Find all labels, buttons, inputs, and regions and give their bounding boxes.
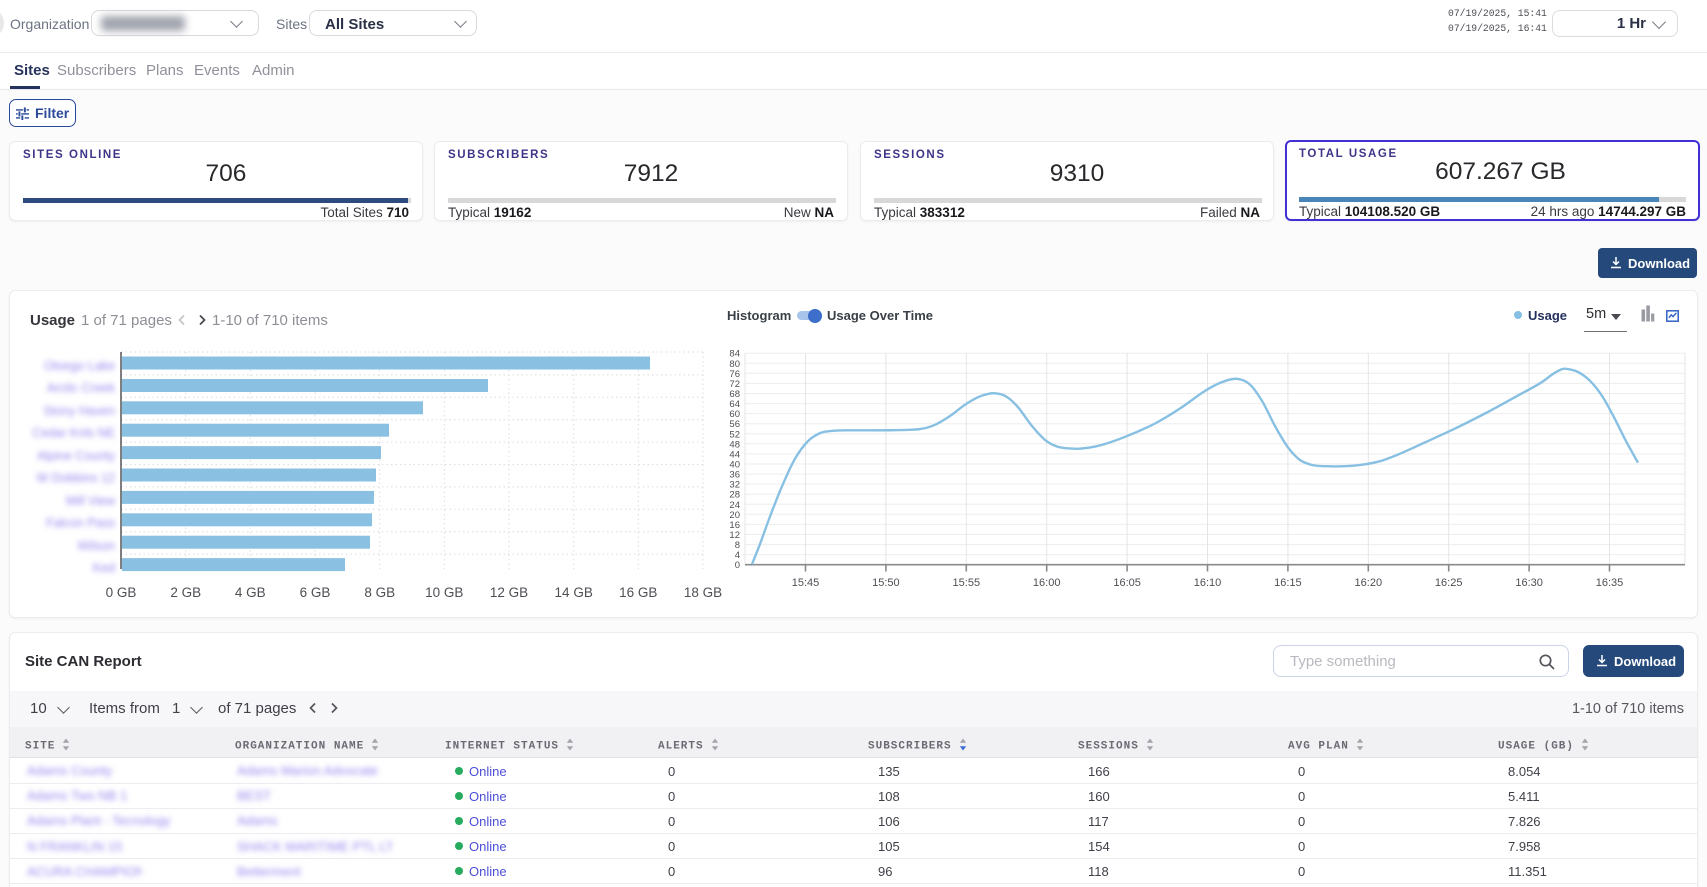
svg-text:16:10: 16:10 (1194, 577, 1222, 589)
svg-text:16:00: 16:00 (1033, 577, 1061, 589)
svg-text:14 GB: 14 GB (555, 585, 593, 600)
svg-text:0 GB: 0 GB (106, 585, 137, 600)
svg-text:4: 4 (735, 550, 740, 561)
svg-text:2 GB: 2 GB (170, 585, 201, 600)
svg-text:16:20: 16:20 (1355, 577, 1383, 589)
svg-text:48: 48 (729, 439, 740, 450)
svg-text:64: 64 (729, 399, 740, 410)
svg-text:80: 80 (729, 359, 740, 370)
svg-text:16:30: 16:30 (1515, 577, 1543, 589)
svg-text:20: 20 (729, 510, 740, 521)
svg-text:68: 68 (729, 389, 740, 400)
svg-text:40: 40 (729, 460, 740, 471)
svg-text:12: 12 (729, 530, 740, 541)
svg-text:16:15: 16:15 (1274, 577, 1302, 589)
svg-text:52: 52 (729, 429, 740, 440)
svg-text:12 GB: 12 GB (490, 585, 528, 600)
svg-text:76: 76 (729, 369, 740, 380)
svg-text:16:05: 16:05 (1113, 577, 1141, 589)
svg-text:24: 24 (729, 500, 740, 511)
svg-text:32: 32 (729, 480, 740, 491)
svg-text:15:45: 15:45 (792, 577, 820, 589)
svg-text:10 GB: 10 GB (425, 585, 463, 600)
svg-text:36: 36 (729, 470, 740, 481)
svg-text:8 GB: 8 GB (364, 585, 395, 600)
svg-text:0: 0 (735, 560, 740, 571)
svg-text:15:50: 15:50 (872, 577, 900, 589)
svg-text:56: 56 (729, 419, 740, 430)
svg-text:6 GB: 6 GB (300, 585, 331, 600)
svg-text:8: 8 (735, 540, 740, 551)
svg-text:4 GB: 4 GB (235, 585, 266, 600)
svg-text:44: 44 (729, 449, 740, 460)
svg-text:72: 72 (729, 379, 740, 390)
svg-text:16 GB: 16 GB (619, 585, 657, 600)
svg-text:16: 16 (729, 520, 740, 531)
svg-text:60: 60 (729, 409, 740, 420)
svg-text:16:25: 16:25 (1435, 577, 1463, 589)
svg-text:16:35: 16:35 (1596, 577, 1624, 589)
svg-text:84: 84 (729, 349, 740, 360)
svg-text:28: 28 (729, 490, 740, 501)
svg-text:15:55: 15:55 (953, 577, 981, 589)
